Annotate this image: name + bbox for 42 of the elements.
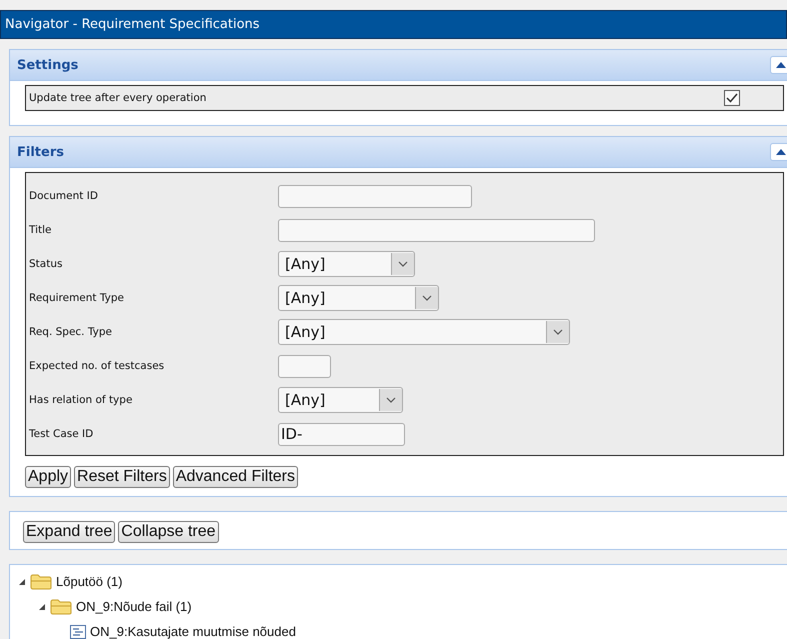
panel-title: Settings — [16, 58, 78, 72]
field-label: Expected no. of testcases — [29, 360, 166, 372]
chevron-down-icon — [398, 261, 408, 267]
setting-label: Update tree after every operation — [29, 92, 206, 104]
select-field[interactable]: [Any] — [278, 319, 570, 345]
input-field[interactable] — [278, 354, 331, 378]
tree-button[interactable]: Expand tree — [23, 521, 116, 543]
field-label: Req. Spec. Type — [29, 326, 113, 338]
filter-button[interactable]: Advanced Filters — [172, 466, 298, 488]
chevron-down-icon — [422, 295, 432, 301]
field-label: Status — [29, 258, 64, 270]
field-label: Document ID — [29, 190, 99, 202]
input-field[interactable] — [278, 218, 595, 242]
folder-icon — [50, 598, 72, 614]
tree-item[interactable]: Lõputöö (1) — [56, 574, 122, 589]
window-title: Navigator - Requirement Specifications — [0, 10, 787, 39]
expander-icon[interactable] — [18, 578, 26, 586]
collapse-icon — [776, 149, 786, 155]
chevron-down-icon — [553, 329, 563, 335]
select-field[interactable]: [Any] — [278, 285, 439, 311]
select-field[interactable]: [Any] — [278, 387, 403, 413]
select-field[interactable]: [Any] — [278, 251, 415, 277]
field-label: Has relation of type — [29, 394, 134, 406]
filter-button[interactable]: Apply — [25, 466, 72, 488]
chevron-down-icon — [386, 397, 396, 403]
panel-title: Filters — [16, 144, 64, 160]
input-field[interactable] — [278, 184, 472, 208]
check-icon — [726, 93, 738, 103]
input-field[interactable]: ID- — [278, 422, 405, 446]
expander-icon[interactable] — [38, 602, 46, 610]
field-label: Requirement Type — [29, 292, 125, 304]
tree-button[interactable]: Collapse tree — [118, 521, 219, 543]
collapse-button[interactable] — [770, 143, 787, 161]
filter-button[interactable]: Reset Filters — [74, 466, 170, 488]
folder-icon — [30, 574, 52, 590]
tree-item[interactable]: ON_9:Nõude fail (1) — [76, 599, 192, 614]
checkbox[interactable] — [724, 90, 740, 106]
tree-item[interactable]: ON_9:Kasutajate muutmise nõuded — [90, 624, 296, 639]
collapse-icon — [776, 62, 786, 68]
field-label: Title — [29, 224, 53, 236]
collapse-button[interactable] — [770, 56, 787, 74]
field-label: Test Case ID — [29, 428, 94, 440]
